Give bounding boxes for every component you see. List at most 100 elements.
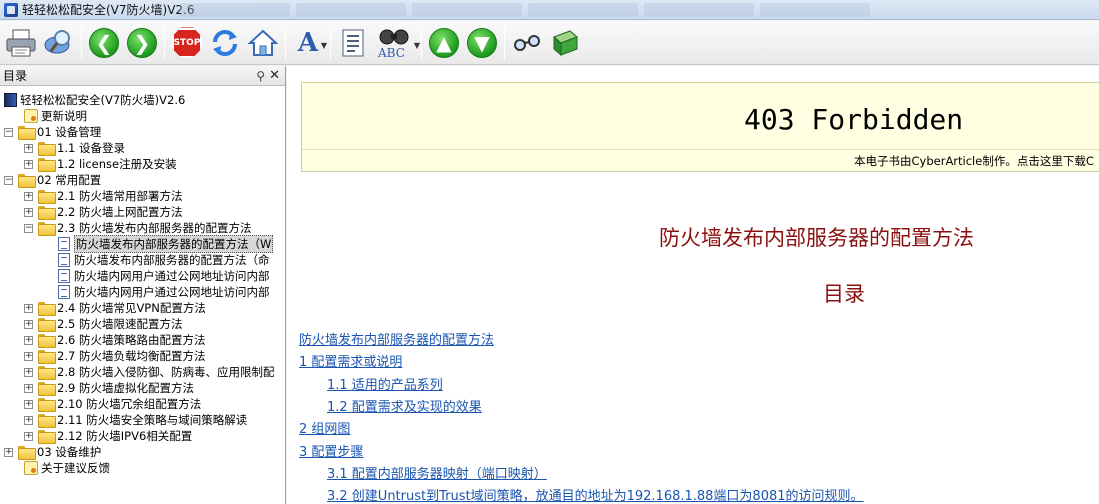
toc-panel: 目录 ⚲ ✕ 轻轻松松配安全(V7防火墙)V2.6 更新说明 −01 设备管理 +1.…: [0, 66, 286, 504]
document-view: 403 Forbidden 本电子书由CyberArticle制作。点击这里下载…: [287, 66, 1099, 504]
folder-icon: [38, 190, 56, 204]
toc-link[interactable]: 1.2 配置需求及实现的效果: [327, 396, 482, 415]
tree-page[interactable]: 防火墙发布内部服务器的配置方法（命: [58, 252, 270, 268]
folder-icon: [18, 174, 36, 188]
tree-folder[interactable]: − 01 设备管理: [4, 124, 101, 140]
expand-icon[interactable]: +: [24, 335, 33, 345]
toc-link[interactable]: 3.1 配置内部服务器映射（端口映射）: [327, 463, 547, 482]
toc-link[interactable]: 2 组网图: [299, 418, 350, 437]
tree-item-label: 2.8 防火墙入侵防御、防病毒、应用限制配: [57, 365, 275, 379]
tree-page[interactable]: 防火墙内网用户通过公网地址访问内部: [58, 284, 270, 300]
expand-icon[interactable]: +: [4, 447, 13, 457]
tree-item-label: 1.2 license注册及安装: [57, 157, 177, 171]
expand-icon[interactable]: +: [24, 399, 33, 409]
expand-icon[interactable]: +: [24, 207, 33, 217]
glasses-icon: [514, 34, 540, 51]
toc-link[interactable]: 1.1 适用的产品系列: [327, 374, 443, 393]
folder-icon: [38, 158, 56, 172]
expand-icon[interactable]: +: [24, 351, 33, 361]
tree-page[interactable]: 防火墙内网用户通过公网地址访问内部: [58, 268, 270, 284]
tree-folder[interactable]: +2.12 防火墙IPV6相关配置: [24, 428, 192, 444]
tree-folder[interactable]: +2.5 防火墙限速配置方法: [24, 316, 182, 332]
folder-icon: [38, 206, 56, 220]
chevron-down-icon: ▼: [320, 40, 327, 50]
print-button[interactable]: [2, 24, 40, 62]
tree-folder[interactable]: +03 设备维护: [4, 444, 101, 460]
banner-note[interactable]: 本电子书由CyberArticle制作。点击这里下载C: [854, 153, 1094, 169]
tree-folder[interactable]: +2.11 防火墙安全策略与域间策略解读: [24, 412, 247, 428]
tree-item[interactable]: 关于建议反馈: [24, 460, 110, 476]
down-button[interactable]: ▼: [463, 24, 501, 62]
folder-icon: [38, 318, 56, 332]
up-button[interactable]: ▲: [425, 24, 463, 62]
toc-link[interactable]: 3 配置步骤: [299, 441, 363, 460]
back-button[interactable]: ❮: [85, 24, 123, 62]
back-icon: ❮: [89, 27, 119, 58]
tree-folder[interactable]: − 2.3 防火墙发布内部服务器的配置方法: [24, 220, 251, 236]
collapse-icon[interactable]: −: [4, 127, 13, 137]
book-icon: [553, 29, 578, 56]
folder-icon: [38, 430, 56, 444]
tree-item-label: 防火墙发布内部服务器的配置方法（命: [74, 253, 270, 267]
toc-link[interactable]: 防火墙发布内部服务器的配置方法: [299, 329, 494, 348]
collapse-icon[interactable]: −: [24, 223, 33, 233]
tree-folder[interactable]: +2.7 防火墙负载均衡配置方法: [24, 348, 205, 364]
toc-panel-header: 目录 ⚲ ✕: [0, 66, 285, 86]
page-icon: [58, 237, 70, 251]
pin-icon[interactable]: ⚲: [256, 69, 265, 83]
expand-icon[interactable]: +: [24, 415, 33, 425]
tree-folder[interactable]: +1.2 license注册及安装: [24, 156, 177, 172]
page-icon: [58, 285, 70, 299]
tree-item-label: 2.1 防火墙常用部署方法: [57, 189, 183, 203]
refresh-button[interactable]: [206, 24, 244, 62]
find-label: ABC: [378, 45, 405, 60]
tree-item-label: 2.4 防火墙常见VPN配置方法: [57, 301, 206, 315]
expand-icon[interactable]: +: [24, 431, 33, 441]
notes-button[interactable]: [334, 24, 372, 62]
collapse-icon[interactable]: −: [4, 175, 13, 185]
forbidden-banner: 403 Forbidden 本电子书由CyberArticle制作。点击这里下载…: [301, 82, 1099, 172]
expand-icon[interactable]: +: [24, 191, 33, 201]
tree-folder[interactable]: +2.10 防火墙冗余组配置方法: [24, 396, 201, 412]
close-icon[interactable]: ✕: [269, 68, 280, 83]
tree-page[interactable]: 防火墙发布内部服务器的配置方法（W: [58, 235, 274, 253]
toc-tree: 轻轻松松配安全(V7防火墙)V2.6 更新说明 −01 设备管理 +1.1 设备登录 +…: [0, 86, 285, 504]
expand-icon[interactable]: +: [24, 367, 33, 377]
tree-folder[interactable]: +2.4 防火墙常见VPN配置方法: [24, 300, 206, 316]
font-button[interactable]: A ▼: [289, 24, 327, 62]
expand-icon[interactable]: +: [24, 143, 33, 153]
forward-button[interactable]: ❯: [123, 24, 161, 62]
expand-icon[interactable]: +: [24, 159, 33, 169]
tree-folder[interactable]: +2.1 防火墙常用部署方法: [24, 188, 182, 204]
search-icon: [44, 29, 70, 53]
tree-folder[interactable]: − 02 常用配置: [4, 172, 101, 188]
find-button[interactable]: ABC ▼: [372, 24, 420, 62]
tree-folder[interactable]: +1.1 设备登录: [24, 140, 125, 156]
folder-icon: [38, 398, 56, 412]
tree-item[interactable]: 更新说明: [24, 108, 87, 124]
stop-button[interactable]: STOP: [168, 24, 206, 62]
folder-icon: [38, 222, 56, 236]
tree-folder[interactable]: +2.2 防火墙上网配置方法: [24, 204, 182, 220]
tree-folder[interactable]: +2.8 防火墙入侵防御、防病毒、应用限制配: [24, 364, 274, 380]
tree-item-label: 03 设备维护: [37, 445, 102, 459]
tree-folder[interactable]: +2.9 防火墙虚拟化配置方法: [24, 380, 194, 396]
toc-link[interactable]: 1 配置需求或说明: [299, 351, 402, 370]
glasses-button[interactable]: [508, 24, 546, 62]
expand-icon[interactable]: +: [24, 319, 33, 329]
up-icon: ▲: [429, 27, 459, 58]
search-button[interactable]: [40, 24, 78, 62]
page-icon: [58, 269, 70, 283]
home-button[interactable]: [244, 24, 282, 62]
expand-icon[interactable]: +: [24, 383, 33, 393]
toc-link[interactable]: 3.2 创建Untrust到Trust域间策略，放通目的地址为192.168.1…: [327, 485, 864, 504]
document-title: 防火墙发布内部服务器的配置方法: [659, 226, 974, 250]
tree-item-label: 2.6 防火墙策略路由配置方法: [57, 333, 206, 347]
tree-item[interactable]: 轻轻松松配安全(V7防火墙)V2.6: [4, 92, 185, 108]
tree-item-label: 防火墙发布内部服务器的配置方法（W: [74, 235, 274, 253]
expand-icon[interactable]: +: [24, 303, 33, 313]
tree-item-label: 更新说明: [41, 109, 87, 123]
bookmark-button[interactable]: [546, 24, 584, 62]
toc-panel-title: 目录: [3, 69, 28, 83]
tree-folder[interactable]: +2.6 防火墙策略路由配置方法: [24, 332, 205, 348]
